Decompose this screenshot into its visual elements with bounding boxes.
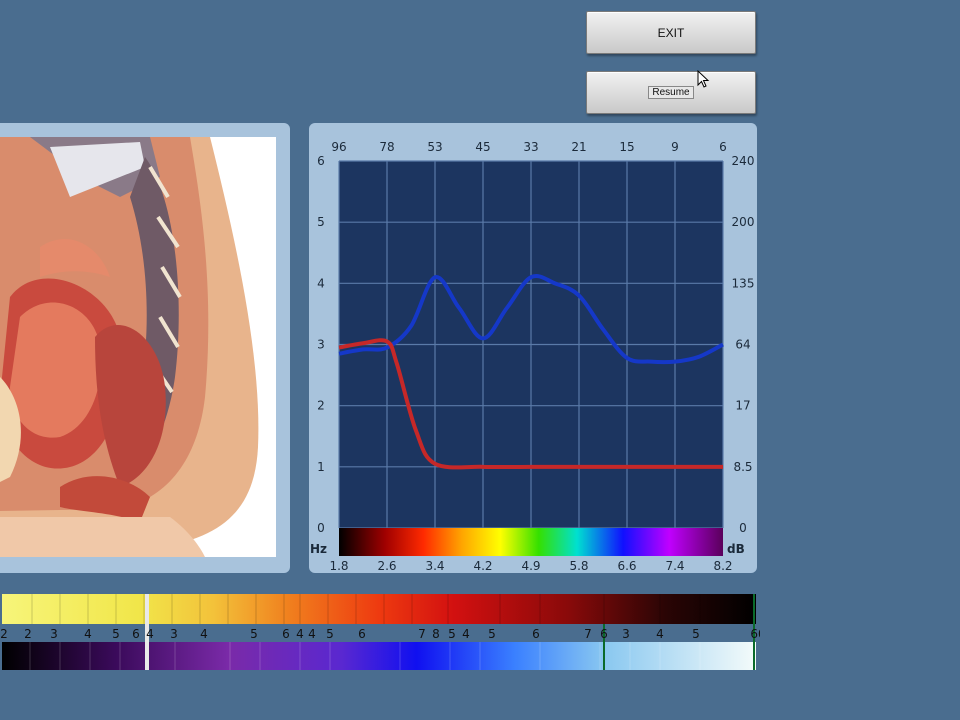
bottom-tick-label: 8.2 xyxy=(713,559,732,573)
strip-scale-label: 4 xyxy=(462,627,470,641)
bottom-tick-label: 7.4 xyxy=(665,559,684,573)
strip-scale-label: 60 xyxy=(750,627,760,641)
strip-scale-label: 8 xyxy=(432,627,440,641)
strip-scale-label: 5 xyxy=(692,627,700,641)
top-tick-label: 53 xyxy=(427,140,442,154)
right-tick-label: 64 xyxy=(735,338,750,352)
strip-scale-label: 3 xyxy=(622,627,630,641)
bottom-tick-label: 3.4 xyxy=(425,559,444,573)
right-tick-label: 240 xyxy=(732,154,755,168)
anatomy-image xyxy=(0,137,276,557)
left-tick-label: 6 xyxy=(317,154,325,168)
x-unit-label: Hz xyxy=(310,542,327,556)
top-tick-label: 6 xyxy=(719,140,727,154)
strip-scale-label: 4 xyxy=(308,627,316,641)
anatomy-image-panel xyxy=(0,123,290,573)
strip-scale-label: 4 xyxy=(656,627,664,641)
frequency-chart: 96 78 53 45 33 21 15 9 61.8 2.6 3.4 4.2 4.9 5.8 6.6 7.4… xyxy=(310,140,755,573)
bottom-tick-label: 1.8 xyxy=(329,559,348,573)
right-tick-label: 200 xyxy=(732,215,755,229)
right-tick-label: 8.5 xyxy=(733,460,752,474)
strip-scale-label: 7 xyxy=(418,627,426,641)
top-tick-label: 78 xyxy=(379,140,394,154)
bottom-tick-label: 4.9 xyxy=(521,559,540,573)
strip-scale-label: 4 xyxy=(84,627,92,641)
strip-scale-label: 6 xyxy=(600,627,608,641)
left-tick-label: 0 xyxy=(317,521,325,535)
strip-scale-label: 4 xyxy=(296,627,304,641)
color-strip-panel: 2234564345644567854567634560 xyxy=(0,590,760,675)
resume-label: Resume xyxy=(648,86,694,99)
top-tick-label: 15 xyxy=(619,140,634,154)
frequency-chart-panel: 96 78 53 45 33 21 15 9 6 1.8 2.6 3.4 4.2 4.9 5.8 6.6 7.4… xyxy=(309,123,757,573)
strip-scale-label: 5 xyxy=(488,627,496,641)
left-tick-label: 2 xyxy=(317,399,325,413)
warm-strip xyxy=(2,594,756,624)
right-tick-label: 135 xyxy=(732,276,755,290)
right-unit-label: dB xyxy=(727,542,745,556)
top-tick-label: 9 xyxy=(671,140,679,154)
mouse-cursor-icon xyxy=(697,70,710,88)
right-tick-label: 0 xyxy=(739,521,747,535)
top-tick-label: 21 xyxy=(571,140,586,154)
strip-scale-label: 6 xyxy=(132,627,140,641)
strip-scale-label: 4 xyxy=(146,627,154,641)
bottom-tick-label: 4.2 xyxy=(473,559,492,573)
strip-scale-label: 3 xyxy=(170,627,178,641)
cool-strip xyxy=(2,642,756,670)
top-tick-label: 96 xyxy=(331,140,346,154)
strip-scale-label: 5 xyxy=(112,627,120,641)
left-tick-label: 5 xyxy=(317,215,325,229)
bottom-tick-label: 6.6 xyxy=(617,559,636,573)
strip-scale-label: 7 xyxy=(584,627,592,641)
strip-scale-label: 5 xyxy=(250,627,258,641)
bottom-tick-label: 2.6 xyxy=(377,559,396,573)
strip-scale-label: 3 xyxy=(50,627,58,641)
top-tick-label: 33 xyxy=(523,140,538,154)
left-tick-label: 4 xyxy=(317,276,325,290)
spectrum-bar xyxy=(339,528,723,556)
strip-scale-label: 5 xyxy=(326,627,334,641)
strip-scale-labels: 2234564345644567854567634560 xyxy=(0,627,760,641)
right-tick-label: 17 xyxy=(735,399,750,413)
left-tick-label: 1 xyxy=(317,460,325,474)
color-strips: 2234564345644567854567634560 xyxy=(0,594,760,670)
strip-scale-label: 4 xyxy=(200,627,208,641)
strip-scale-label: 6 xyxy=(282,627,290,641)
top-tick-label: 45 xyxy=(475,140,490,154)
resume-button[interactable]: Resume xyxy=(586,71,756,114)
strip-scale-label: 6 xyxy=(358,627,366,641)
exit-button[interactable]: EXIT xyxy=(586,11,756,54)
strip-scale-label: 6 xyxy=(532,627,540,641)
strip-scale-label: 5 xyxy=(448,627,456,641)
pelvis-anatomy-illustration-icon xyxy=(0,137,259,557)
strip-scale-label: 2 xyxy=(24,627,32,641)
strip-scale-label: 2 xyxy=(0,627,8,641)
bottom-tick-label: 5.8 xyxy=(569,559,588,573)
left-tick-label: 3 xyxy=(317,338,325,352)
